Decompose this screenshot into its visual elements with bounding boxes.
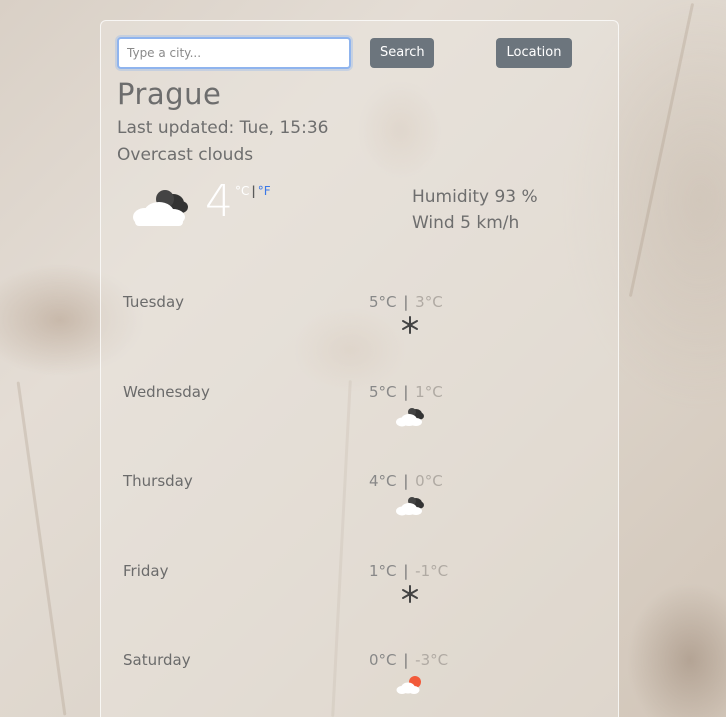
- forecast-temp-range: 0°C | -3°C: [369, 651, 448, 669]
- forecast-min: 0°C: [415, 472, 443, 490]
- weather-description: Overcast clouds: [117, 145, 254, 165]
- forecast-max: 5°C: [369, 293, 397, 311]
- weather-card: Search Location Prague Last updated: Tue…: [100, 20, 619, 717]
- humidity: Humidity 93 %: [412, 187, 538, 207]
- forecast-day: Saturday: [123, 651, 191, 669]
- range-separator: |: [403, 472, 409, 490]
- background-decoration: [16, 381, 67, 716]
- range-separator: |: [403, 293, 409, 311]
- forecast-max: 4°C: [369, 472, 397, 490]
- forecast-temp-range: 5°C | 3°C: [369, 293, 443, 311]
- range-separator: |: [403, 562, 409, 580]
- range-separator: |: [403, 383, 409, 401]
- forecast-temp-range: 4°C | 0°C: [369, 472, 443, 490]
- forecast-row: Thursday 4°C | 0°C: [101, 472, 620, 552]
- forecast-row: Tuesday 5°C | 3°C: [101, 293, 620, 373]
- snow-icon: [395, 315, 425, 339]
- forecast-day: Wednesday: [123, 383, 210, 401]
- range-separator: |: [403, 651, 409, 669]
- forecast-max: 0°C: [369, 651, 397, 669]
- celsius-link[interactable]: °C: [235, 184, 249, 198]
- city-search-input[interactable]: [117, 37, 351, 69]
- forecast-row: Wednesday 5°C | 1°C: [101, 383, 620, 463]
- forecast-day: Friday: [123, 562, 169, 580]
- city-name: Prague: [117, 77, 222, 111]
- forecast-min: -1°C: [415, 562, 449, 580]
- cloud-icon: [395, 405, 425, 429]
- forecast-max: 5°C: [369, 383, 397, 401]
- background-decoration: [628, 2, 695, 298]
- sun-cloud-icon: [395, 673, 425, 697]
- last-updated: Last updated: Tue, 15:36: [117, 118, 329, 138]
- current-temperature: 4: [205, 176, 233, 227]
- forecast-temp-range: 1°C | -1°C: [369, 562, 448, 580]
- forecast-row: Saturday 0°C | -3°C: [101, 651, 620, 717]
- wind-speed: Wind 5 km/h: [412, 213, 520, 233]
- unit-separator: |: [251, 184, 256, 198]
- unit-toggle: °C | °F: [235, 184, 271, 198]
- forecast-day: Tuesday: [123, 293, 185, 311]
- cloud-icon: [129, 183, 189, 229]
- location-button[interactable]: Location: [496, 38, 572, 68]
- forecast-min: -3°C: [415, 651, 449, 669]
- forecast-min: 3°C: [415, 293, 443, 311]
- forecast-row: Friday 1°C | -1°C: [101, 562, 620, 642]
- forecast-day: Thursday: [123, 472, 193, 490]
- forecast-temp-range: 5°C | 1°C: [369, 383, 443, 401]
- search-button[interactable]: Search: [370, 38, 434, 68]
- fahrenheit-link[interactable]: °F: [258, 184, 271, 198]
- cloud-icon: [395, 494, 425, 518]
- forecast-max: 1°C: [369, 562, 397, 580]
- snow-icon: [395, 584, 425, 608]
- forecast-min: 1°C: [415, 383, 443, 401]
